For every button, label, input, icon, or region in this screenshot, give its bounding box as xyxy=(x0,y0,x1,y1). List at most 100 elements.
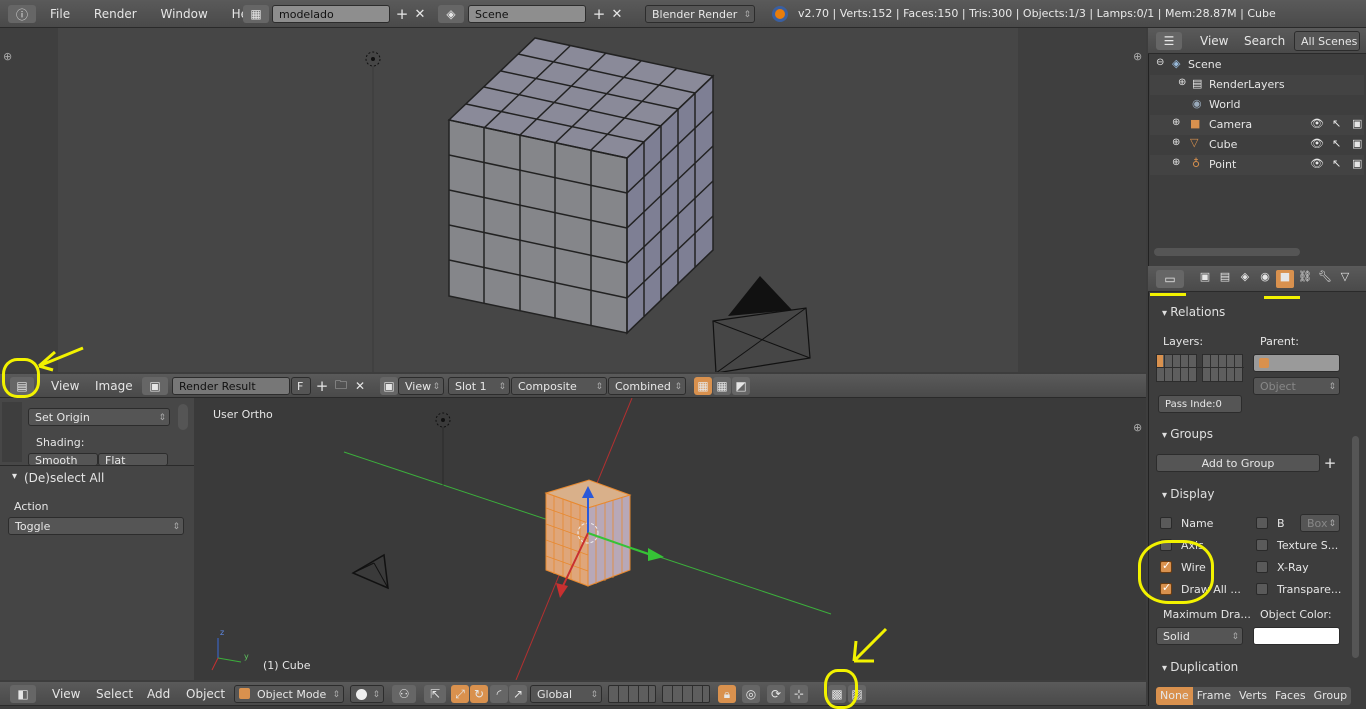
max-draw-type-select[interactable]: Solid xyxy=(1156,627,1243,645)
info-editor-type-icon[interactable]: ⓘ xyxy=(8,5,36,23)
image-name-field[interactable]: Render Result xyxy=(172,377,290,395)
layer-buttons-b[interactable] xyxy=(662,685,710,703)
proportional-edit-icon[interactable]: ◎ xyxy=(742,685,760,703)
pass-index-field[interactable]: Pass Inde:0 xyxy=(1158,395,1242,413)
object-color-swatch[interactable] xyxy=(1253,627,1340,645)
expand-icon[interactable]: ⊕ xyxy=(1172,117,1180,128)
data-tab-icon[interactable]: ▽ xyxy=(1336,270,1354,288)
world-tab-icon[interactable]: ◉ xyxy=(1256,270,1274,288)
outliner-row-renderlayers[interactable]: ⊕ ▤ RenderLayers xyxy=(1150,75,1364,95)
composite-select[interactable]: Composite xyxy=(511,377,607,395)
dup-group-option[interactable]: Group xyxy=(1309,687,1352,705)
unlink-image-icon[interactable]: ✕ xyxy=(351,377,369,395)
visibility-eye-icon[interactable]: 👁︎ xyxy=(1310,117,1324,130)
outliner-search-menu[interactable]: Search xyxy=(1244,34,1285,48)
scale-manipulator-icon[interactable]: ◜ xyxy=(490,685,508,703)
outliner-filter-select[interactable]: All Scenes xyxy=(1294,31,1360,51)
bounds-checkbox[interactable] xyxy=(1256,517,1268,529)
object-layers-grid-b[interactable] xyxy=(1202,354,1243,382)
delete-screen-icon[interactable]: ✕ xyxy=(411,5,429,23)
dup-frame-option[interactable]: Frame xyxy=(1192,687,1235,705)
outliner-view-menu[interactable]: View xyxy=(1200,34,1228,48)
set-origin-button[interactable]: Set Origin xyxy=(28,408,170,426)
object-tab-icon[interactable]: ■ xyxy=(1276,270,1294,288)
expand-icon[interactable]: ⊕ xyxy=(1178,77,1186,88)
manipulator-toggle-icon[interactable]: ⇱ xyxy=(424,685,446,703)
duplication-panel-header[interactable]: Duplication xyxy=(1152,656,1346,678)
slot-select[interactable]: Slot 1 xyxy=(448,377,510,395)
tool-shelf-tabs[interactable] xyxy=(2,402,22,462)
mode-select[interactable]: Object Mode xyxy=(234,685,344,703)
snap-toggle-icon[interactable]: ⟳ xyxy=(767,685,785,703)
scene-icon[interactable]: ◈ xyxy=(438,5,464,23)
selectable-cursor-icon[interactable]: ↖ xyxy=(1332,117,1341,130)
texture-space-checkbox[interactable] xyxy=(1256,539,1268,551)
constraints-tab-icon[interactable]: ⛓︎ xyxy=(1296,270,1314,288)
properties-context-tabs[interactable]: ▣ ▤ ◈ ◉ ■ ⛓︎ 🔧︎ ▽ xyxy=(1196,270,1366,288)
area-split-plus-icon-right[interactable]: ⊕ xyxy=(1133,50,1142,63)
modifiers-tab-icon[interactable]: 🔧︎ xyxy=(1316,270,1334,288)
display-panel-header[interactable]: Display xyxy=(1152,483,1346,505)
scene-tab-icon[interactable]: ◈ xyxy=(1236,270,1254,288)
groups-panel-header[interactable]: Groups xyxy=(1152,423,1346,445)
menu-window[interactable]: Window xyxy=(160,7,207,21)
render-camera-icon[interactable]: ▣ xyxy=(1352,137,1362,150)
add-scene-icon[interactable]: + xyxy=(590,5,608,23)
outliner-scrollbar[interactable] xyxy=(1154,248,1300,256)
screen-layout-field[interactable]: modelado xyxy=(272,5,390,23)
fake-user-button[interactable]: F xyxy=(291,377,311,395)
view3d-editor-type-icon[interactable]: ◧ xyxy=(10,685,36,703)
view3d-menu-add[interactable]: Add xyxy=(147,687,170,701)
outliner-editor-type-icon[interactable]: ☰ xyxy=(1156,32,1182,50)
render-engine-select[interactable]: Blender Render xyxy=(645,5,755,23)
dup-faces-option[interactable]: Faces xyxy=(1271,687,1310,705)
relations-panel-header[interactable]: Relations xyxy=(1152,301,1346,323)
xray-checkbox[interactable] xyxy=(1256,561,1268,573)
expand-icon[interactable]: ⊕ xyxy=(1172,137,1180,148)
draw-channels-z-icon[interactable]: ◩ xyxy=(732,377,750,395)
properties-editor-type-icon[interactable]: ▭ xyxy=(1156,270,1184,288)
area-split-plus-icon[interactable]: ⊕ xyxy=(3,50,12,63)
draw-channels-color-icon[interactable]: ▦ xyxy=(694,377,712,395)
image-menu-view[interactable]: View xyxy=(51,379,79,393)
view3d-menu-object[interactable]: Object xyxy=(186,687,225,701)
add-screen-icon[interactable]: + xyxy=(393,5,411,23)
expand-icon[interactable]: ⊕ xyxy=(1172,157,1180,168)
render-camera-icon[interactable]: ▣ xyxy=(1352,117,1362,130)
open-image-icon[interactable]: 🗀 xyxy=(332,377,350,395)
image-menu-image[interactable]: Image xyxy=(95,379,133,393)
outliner-row-cube[interactable]: ⊕ ▽ Cube 👁︎ ↖ ▣ xyxy=(1150,135,1364,155)
delete-scene-icon[interactable]: ✕ xyxy=(608,5,626,23)
transparency-checkbox[interactable] xyxy=(1256,583,1268,595)
translate-manipulator-icon[interactable]: ⤢ xyxy=(451,685,469,703)
scroll-handle[interactable] xyxy=(178,404,188,430)
selectable-cursor-icon[interactable]: ↖ xyxy=(1332,137,1341,150)
render-tab-icon[interactable]: ▣ xyxy=(1196,270,1214,288)
transform-icon[interactable]: ↗ xyxy=(509,685,527,703)
flat-button[interactable]: Flat xyxy=(98,453,168,466)
action-select[interactable]: Toggle xyxy=(8,517,184,535)
outliner-row-scene[interactable]: ⊖ ◈ Scene xyxy=(1150,55,1364,75)
add-group-plus-icon[interactable]: + xyxy=(1321,454,1339,472)
orientation-select[interactable]: Global xyxy=(530,685,602,703)
visibility-eye-icon[interactable]: 👁︎ xyxy=(1310,157,1324,170)
scene-field[interactable]: Scene xyxy=(468,5,586,23)
selectable-cursor-icon[interactable]: ↖ xyxy=(1332,157,1341,170)
area-split-plus-icon-lower[interactable]: ⊕ xyxy=(1133,421,1142,434)
combined-select[interactable]: Combined xyxy=(608,377,686,395)
collapse-icon[interactable]: ⊖ xyxy=(1156,57,1164,68)
bounds-type-select[interactable]: Box xyxy=(1300,514,1340,532)
outliner-row-world[interactable]: ◉ World xyxy=(1150,95,1364,115)
screen-layout-icon[interactable]: ▦ xyxy=(243,5,269,23)
menu-render[interactable]: Render xyxy=(94,7,137,21)
snap-element-icon[interactable]: ⊹ xyxy=(790,685,808,703)
draw-channels-alpha-icon[interactable]: ▦ xyxy=(713,377,731,395)
dup-verts-option[interactable]: Verts xyxy=(1234,687,1271,705)
dup-none-option[interactable]: None xyxy=(1156,687,1193,705)
new-image-icon[interactable]: + xyxy=(313,377,331,395)
outliner-row-point[interactable]: ⊕ ♁ Point 👁︎ ↖ ▣ xyxy=(1150,155,1364,175)
visibility-eye-icon[interactable]: 👁︎ xyxy=(1310,137,1324,150)
pivot-point-icon[interactable]: ⚇ xyxy=(392,685,416,703)
add-to-group-button[interactable]: Add to Group xyxy=(1156,454,1320,472)
parent-type-select[interactable]: Object xyxy=(1253,377,1340,395)
